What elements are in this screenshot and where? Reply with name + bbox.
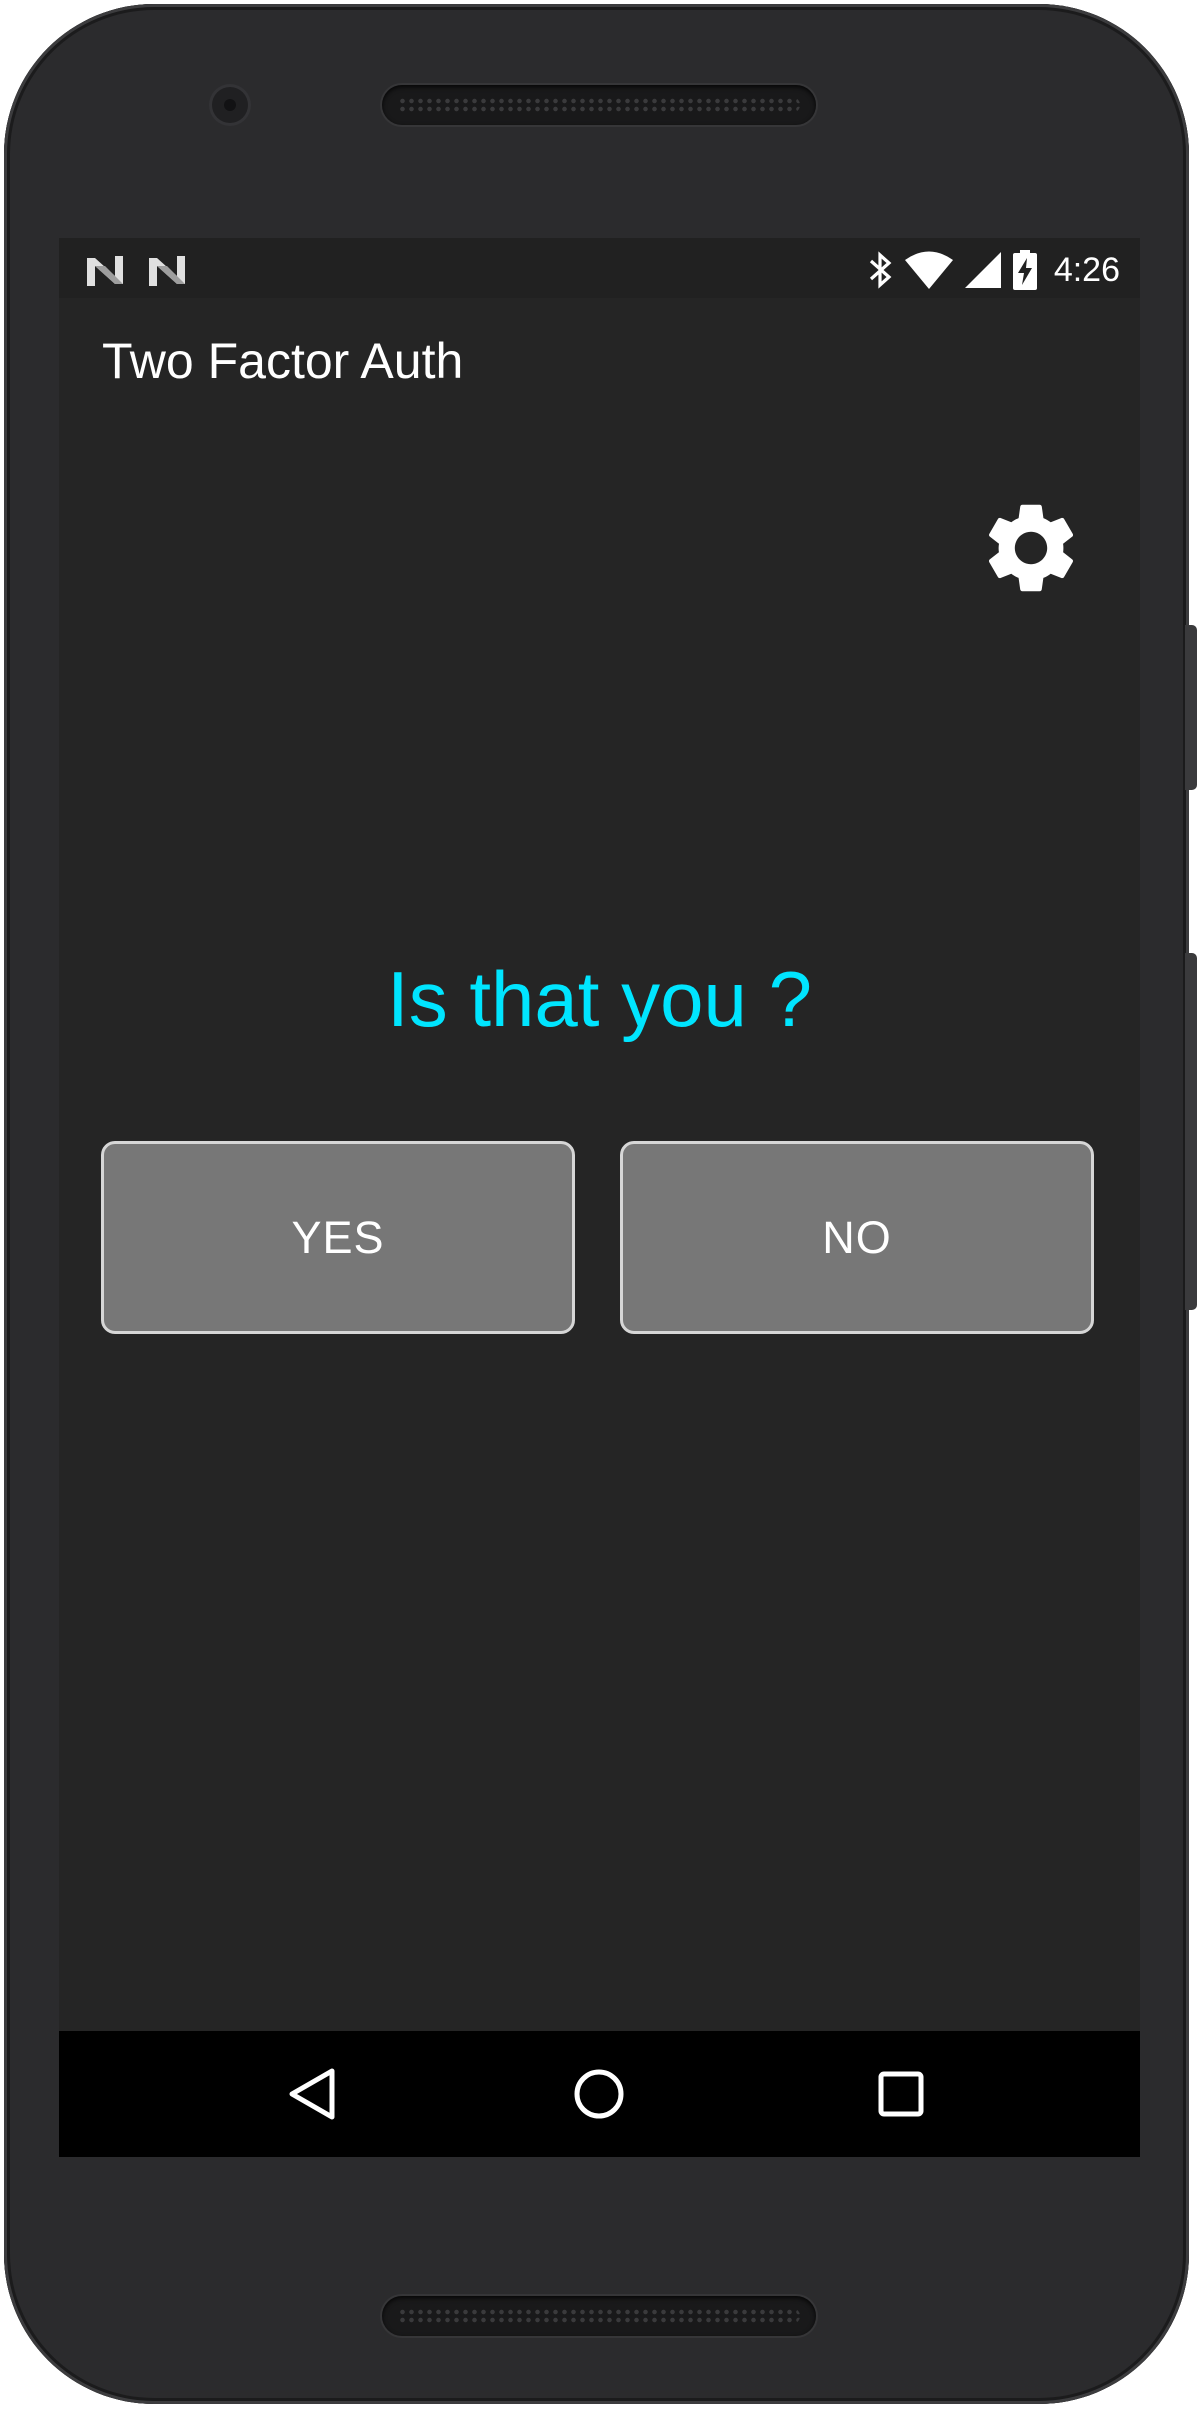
status-icons: 4:26 (868, 246, 1120, 294)
front-camera (212, 87, 248, 123)
status-bar: 4:26 (59, 238, 1140, 298)
wifi-icon (904, 251, 953, 289)
battery-charging-icon (1012, 250, 1037, 290)
bluetooth-icon (869, 251, 892, 289)
settings-button[interactable] (976, 493, 1086, 603)
back-button[interactable] (274, 2054, 354, 2134)
notification-n-icon (149, 256, 185, 286)
notification-n-icon (87, 256, 123, 286)
screen: 4:26 Two Factor Auth Is that you ? YES N… (59, 238, 1140, 2157)
top-speaker-grille (382, 85, 816, 125)
yes-button[interactable]: YES (101, 1141, 575, 1334)
bottom-speaker-grille (382, 2296, 816, 2336)
app-title: Two Factor Auth (102, 333, 464, 389)
recents-button[interactable] (861, 2054, 941, 2134)
back-icon (289, 2068, 335, 2120)
home-button[interactable] (559, 2054, 639, 2134)
home-icon (574, 2069, 624, 2119)
navigation-bar (59, 2031, 1140, 2157)
status-clock: 4:26 (1053, 250, 1120, 289)
app-bar: Two Factor Auth (59, 298, 1140, 428)
phone-frame: 4:26 Two Factor Auth Is that you ? YES N… (4, 4, 1189, 2404)
cell-signal-icon (964, 252, 1001, 288)
power-button (1185, 625, 1197, 790)
gear-icon (988, 504, 1074, 592)
volume-rocker (1185, 953, 1197, 1310)
no-button[interactable]: NO (620, 1141, 1094, 1334)
recents-icon (878, 2071, 924, 2117)
confirmation-question: Is that you ? (387, 955, 812, 1043)
